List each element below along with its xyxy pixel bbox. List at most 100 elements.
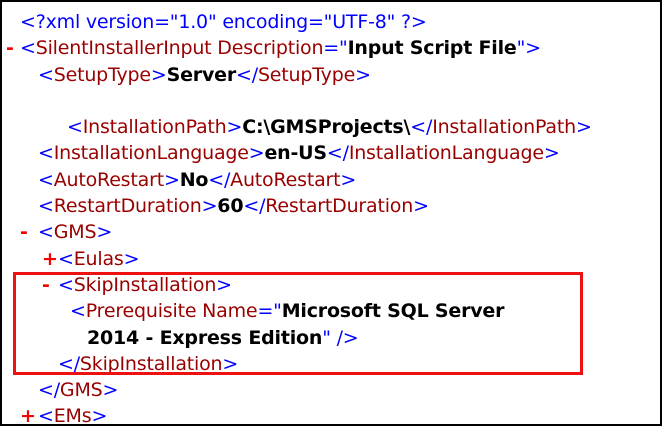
xml-punctuation: <?xml version="1.0" encoding="UTF-8" ?> <box>20 11 427 33</box>
xml-tag-name: Prerequisite <box>86 300 197 322</box>
xml-line-content: <RestartDuration>60</RestartDuration> <box>2 195 429 217</box>
collapse-icon[interactable]: - <box>20 219 28 245</box>
xml-punctuation: > <box>96 221 112 243</box>
xml-line: <RestartDuration>60</RestartDuration> <box>2 193 660 219</box>
xml-line-content: </SkipInstallation> <box>2 353 238 375</box>
xml-punctuation: </ <box>236 64 258 86</box>
xml-line-content: <InstallationLanguage>en-US</Installatio… <box>2 142 560 164</box>
xml-punctuation: </ <box>327 142 349 164</box>
xml-line: <InstallationPath>C:\GMSProjects\</Insta… <box>2 114 660 140</box>
xml-punctuation: > <box>576 116 592 138</box>
xml-line-content: </GMS> <box>2 379 118 401</box>
xml-tag-name: SkipInstallation <box>74 274 216 296</box>
xml-tag-name: GMS <box>60 379 103 401</box>
xml-line: <Prerequisite Name="Microsoft SQL Server <box>2 298 660 324</box>
xml-tag-name: AutoRestart <box>54 169 164 191</box>
xml-punctuation: < <box>38 405 54 426</box>
xml-line-content: 2014 - Express Edition" /> <box>2 327 359 349</box>
xml-punctuation: < <box>38 195 54 217</box>
xml-line: 2014 - Express Edition" /> <box>2 325 660 351</box>
expand-icon[interactable]: + <box>20 403 36 426</box>
xml-punctuation: < <box>58 248 74 270</box>
xml-line-content: <Prerequisite Name="Microsoft SQL Server <box>2 300 504 322</box>
xml-punctuation: < <box>38 221 54 243</box>
xml-punctuation: > <box>222 353 238 375</box>
xml-value: en-US <box>264 142 326 164</box>
xml-punctuation: < <box>38 142 54 164</box>
xml-punctuation: </ <box>208 169 230 191</box>
xml-punctuation: > <box>91 405 107 426</box>
xml-value: 60 <box>217 195 243 217</box>
xml-line: <InstallationLanguage>en-US</Installatio… <box>2 140 660 166</box>
xml-punctuation: < <box>70 300 86 322</box>
xml-value: No <box>180 169 209 191</box>
xml-line: <SetupType>Server</SetupType> <box>2 62 660 88</box>
xml-line: </GMS> <box>2 377 660 403</box>
xml-value: C:\GMSProjects\ <box>242 116 410 138</box>
xml-tag-name: SilentInstallerInput <box>36 37 212 59</box>
xml-punctuation: > <box>249 142 265 164</box>
xml-punctuation: > <box>151 64 167 86</box>
xml-line-content: <GMS> <box>2 221 112 243</box>
xml-tag-name: RestartDuration <box>54 195 202 217</box>
collapse-icon[interactable]: - <box>6 35 14 61</box>
xml-punctuation: < <box>20 37 36 59</box>
xml-punctuation: </ <box>38 379 60 401</box>
xml-punctuation: < <box>38 169 54 191</box>
xml-tag-name: InstallationLanguage <box>54 142 249 164</box>
xml-tag-name: InstallationPath <box>83 116 227 138</box>
xml-punctuation: </ <box>58 353 80 375</box>
xml-line: <AutoRestart>No</AutoRestart> <box>2 167 660 193</box>
xml-tag-name: Name <box>202 300 257 322</box>
xml-value: Server <box>167 64 236 86</box>
xml-line-content: <InstallationPath>C:\GMSProjects\</Insta… <box>2 116 592 138</box>
xml-tree: <?xml version="1.0" encoding="UTF-8" ?>-… <box>2 2 660 424</box>
xml-punctuation: "> <box>517 37 541 59</box>
xml-line-content: <?xml version="1.0" encoding="UTF-8" ?> <box>2 11 427 33</box>
xml-punctuation: </ <box>410 116 432 138</box>
xml-line: <?xml version="1.0" encoding="UTF-8" ?> <box>2 9 660 35</box>
xml-punctuation: </ <box>243 195 265 217</box>
xml-punctuation: > <box>340 169 356 191</box>
xml-punctuation: > <box>124 248 140 270</box>
xml-line: -<SilentInstallerInput Description="Inpu… <box>2 35 660 61</box>
xml-tag-name: SetupType <box>258 64 355 86</box>
xml-line: +<Eulas> <box>2 246 660 272</box>
expand-icon[interactable]: + <box>42 246 58 272</box>
xml-tag-name: RestartDuration <box>265 195 413 217</box>
xml-tag-name: Description <box>217 37 323 59</box>
xml-tag-name: GMS <box>54 221 97 243</box>
xml-punctuation: =" <box>323 37 347 59</box>
xml-line: -<GMS> <box>2 219 660 245</box>
xml-punctuation: > <box>103 379 119 401</box>
xml-punctuation: < <box>38 64 54 86</box>
xml-value: Microsoft SQL Server <box>282 300 505 322</box>
xml-punctuation: > <box>413 195 429 217</box>
xml-value: Input Script File <box>348 37 517 59</box>
xml-punctuation: > <box>216 274 232 296</box>
xml-tag-name: AutoRestart <box>230 169 340 191</box>
xml-punctuation: < <box>58 274 74 296</box>
xml-line: -<SkipInstallation> <box>2 272 660 298</box>
xml-punctuation: =" <box>257 300 281 322</box>
xml-punctuation: > <box>202 195 218 217</box>
xml-line-content: <Eulas> <box>2 248 139 270</box>
xml-punctuation: < <box>67 116 83 138</box>
xml-punctuation: " /> <box>322 327 358 349</box>
xml-line: +<EMs> <box>2 403 660 426</box>
xml-line: </SkipInstallation> <box>2 351 660 377</box>
xml-line-content: <SilentInstallerInput Description="Input… <box>2 37 541 59</box>
xml-punctuation: > <box>355 64 371 86</box>
xml-tag-name: InstallationLanguage <box>349 142 544 164</box>
xml-tag-name: SetupType <box>54 64 151 86</box>
xml-punctuation: > <box>544 142 560 164</box>
collapse-icon[interactable]: - <box>42 272 50 298</box>
xml-line-content: <SkipInstallation> <box>2 274 232 296</box>
xml-viewer: <?xml version="1.0" encoding="UTF-8" ?>-… <box>0 0 662 426</box>
xml-tag-name: EMs <box>54 405 92 426</box>
xml-value: 2014 - Express Edition <box>87 327 322 349</box>
xml-punctuation: > <box>227 116 243 138</box>
xml-tag-name: InstallationPath <box>432 116 576 138</box>
xml-punctuation: > <box>164 169 180 191</box>
xml-line-content: <SetupType>Server</SetupType> <box>2 64 371 86</box>
